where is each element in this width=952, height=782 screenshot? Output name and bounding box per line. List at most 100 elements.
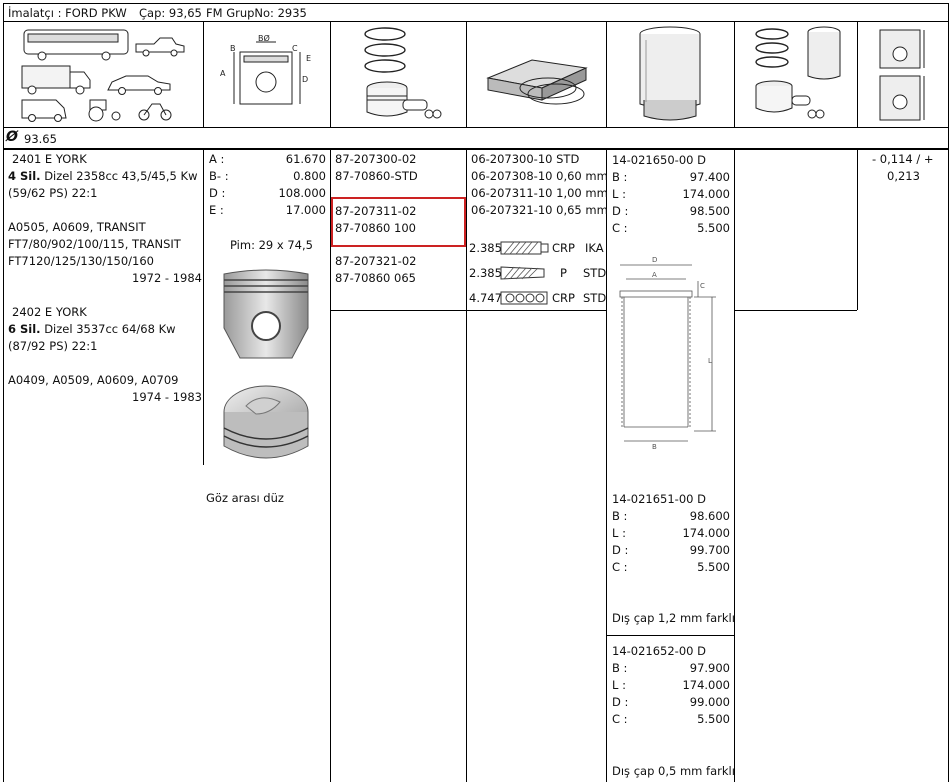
- piston-top-photo-icon: [223, 385, 309, 459]
- header-manufacturer: İmalatçı : FORD PKW: [8, 6, 127, 20]
- piston-dim-label: A :: [209, 152, 225, 166]
- diameter-symbol-icon: Ø: [6, 129, 18, 145]
- piston-section-icon: [879, 29, 925, 121]
- liner-drawing-label-b: B: [652, 443, 657, 451]
- liner-dim-value: 174.000: [682, 678, 730, 692]
- piston-side-photo-icon: [223, 269, 309, 359]
- liner-dim-value: 99.000: [689, 695, 730, 709]
- ring-set-code: 06-207308-10 0,60 mm: [471, 169, 608, 183]
- header-bore: Çap: 93,65: [139, 6, 202, 20]
- piston-dim-label: E :: [209, 203, 224, 217]
- piston-dim-label: D :: [209, 186, 226, 200]
- vehicle-code: 2402 E YORK: [12, 305, 87, 319]
- piston-code: 87-207300-02: [335, 152, 417, 166]
- liner-dim-label: C :: [612, 560, 628, 574]
- piston-drawing-label-bo: BØ: [258, 33, 270, 43]
- vehicle-models: A0409, A0509, A0609, A0709: [8, 373, 179, 387]
- vehicle-cylinders: 6 Sil.: [8, 322, 41, 336]
- piston-dim-value: 61.670: [285, 152, 326, 166]
- ring-material: P: [560, 266, 567, 280]
- vehicle-engine: Dizel 3537cc 64/68 Kw: [44, 322, 176, 336]
- liner-dim-value: 5.500: [697, 712, 730, 726]
- liner-dim-label: D :: [612, 204, 629, 218]
- liner-drawing-label-d: D: [652, 256, 657, 264]
- cylinder-liner-icon: [639, 26, 701, 121]
- piston-drawing-label-e: E: [306, 54, 311, 63]
- ring-profile-icon: [500, 266, 545, 280]
- liner-note: Dış çap 1,2 mm farklı: [612, 611, 735, 625]
- liner-dim-label: D :: [612, 695, 629, 709]
- piston-drawing-label-a: A: [220, 69, 226, 78]
- vehicle-models: A0505, A0609, TRANSIT: [8, 220, 146, 234]
- piston-dim-value: 108.000: [278, 186, 326, 200]
- piston-dim-value: 17.000: [285, 203, 326, 217]
- piston-code: 87-207321-02: [335, 254, 417, 268]
- piston-dimension-drawing-icon: BØ B C E A D: [220, 33, 311, 105]
- piston-drawing-label-d: D: [302, 75, 308, 84]
- liner-dim-value: 98.500: [689, 204, 730, 218]
- liner-code: 14-021651-00 D: [612, 492, 706, 506]
- engine-kit-icon: [755, 26, 841, 119]
- liner-note: Dış çap 0,5 mm farklı: [612, 764, 735, 778]
- vehicles-icon: [21, 29, 185, 122]
- tolerance-line: 0,213: [887, 169, 920, 183]
- ring-set-box-icon: [486, 59, 588, 105]
- liner-dim-value: 174.000: [682, 187, 730, 201]
- liner-code: 14-021652-00 D: [612, 644, 706, 658]
- piston-code[interactable]: 87-207311-02: [335, 203, 416, 220]
- ring-type: IKA: [585, 241, 604, 255]
- liner-drawing-label-l: L: [708, 357, 712, 365]
- liner-dim-label: B :: [612, 661, 628, 675]
- liner-dim-value: 97.400: [689, 170, 730, 184]
- tolerance-line: - 0,114 / +: [872, 152, 934, 166]
- piston-rings-icon: [364, 27, 442, 119]
- vehicle-cylinders: 4 Sil.: [8, 169, 41, 183]
- piston-code: 87-70860 065: [335, 271, 416, 285]
- ring-set-code: 06-207311-10 1,00 mm: [471, 186, 608, 200]
- vehicle-code: 2401 E YORK: [12, 152, 87, 166]
- liner-dim-label: L :: [612, 678, 626, 692]
- piston-drawing-label-c: C: [292, 44, 298, 53]
- piston-pin: Pim: 29 x 74,5: [230, 238, 313, 252]
- ring-profile-icon: [500, 241, 549, 255]
- vehicle-models: FT7/80/902/100/115, TRANSIT: [8, 237, 181, 251]
- liner-dim-label: L :: [612, 187, 626, 201]
- bore-value: 93.65: [24, 132, 57, 146]
- vehicle-years: 1972 - 1984: [132, 271, 202, 285]
- piston-code[interactable]: 87-70860 100: [335, 220, 416, 237]
- piston-dim-label: B- :: [209, 169, 229, 183]
- ring-width: 2.385: [469, 266, 502, 280]
- liner-dim-label: C :: [612, 221, 628, 235]
- liner-dim-value: 99.700: [689, 543, 730, 557]
- ring-width: 4.747: [469, 291, 502, 305]
- liner-dim-value: 174.000: [682, 526, 730, 540]
- vehicle-engine: Dizel 2358cc 43,5/45,5 Kw: [44, 169, 198, 183]
- ring-set-code: 06-207300-10 STD: [471, 152, 580, 166]
- ring-material: CRP: [552, 291, 575, 305]
- vehicle-models: FT7120/125/130/150/160: [8, 254, 155, 268]
- liner-dim-label: B :: [612, 509, 628, 523]
- ring-material: CRP: [552, 241, 575, 255]
- liner-dim-value: 5.500: [697, 221, 730, 235]
- liner-dim-value: 97.900: [689, 661, 730, 675]
- liner-dim-label: B :: [612, 170, 628, 184]
- liner-dimension-drawing-icon: D A C L B: [619, 256, 716, 451]
- ring-width: 2.385: [469, 241, 502, 255]
- ring-type: STD: [583, 291, 607, 305]
- piston-note: Göz arası düz: [206, 491, 284, 505]
- liner-dim-label: L :: [612, 526, 626, 540]
- liner-dim-label: D :: [612, 543, 629, 557]
- vehicle-power: (59/62 PS) 22:1: [8, 186, 98, 200]
- vehicle-years: 1974 - 1983: [132, 390, 202, 404]
- liner-drawing-label-c: C: [700, 282, 705, 290]
- header-group: FM GrupNo: 2935: [206, 6, 307, 20]
- ring-set-code: 06-207321-10 0,65 mm: [471, 203, 608, 217]
- vehicle-power: (87/92 PS) 22:1: [8, 339, 98, 353]
- liner-dim-value: 98.600: [689, 509, 730, 523]
- vehicle-engine-line: 4 Sil. Dizel 2358cc 43,5/45,5 Kw: [8, 168, 197, 185]
- piston-code: 87-70860-STD: [335, 169, 418, 183]
- liner-code: 14-021650-00 D: [612, 153, 706, 167]
- ring-profile-icon: [500, 291, 548, 305]
- liner-dim-label: C :: [612, 712, 628, 726]
- liner-drawing-label-a: A: [652, 271, 657, 279]
